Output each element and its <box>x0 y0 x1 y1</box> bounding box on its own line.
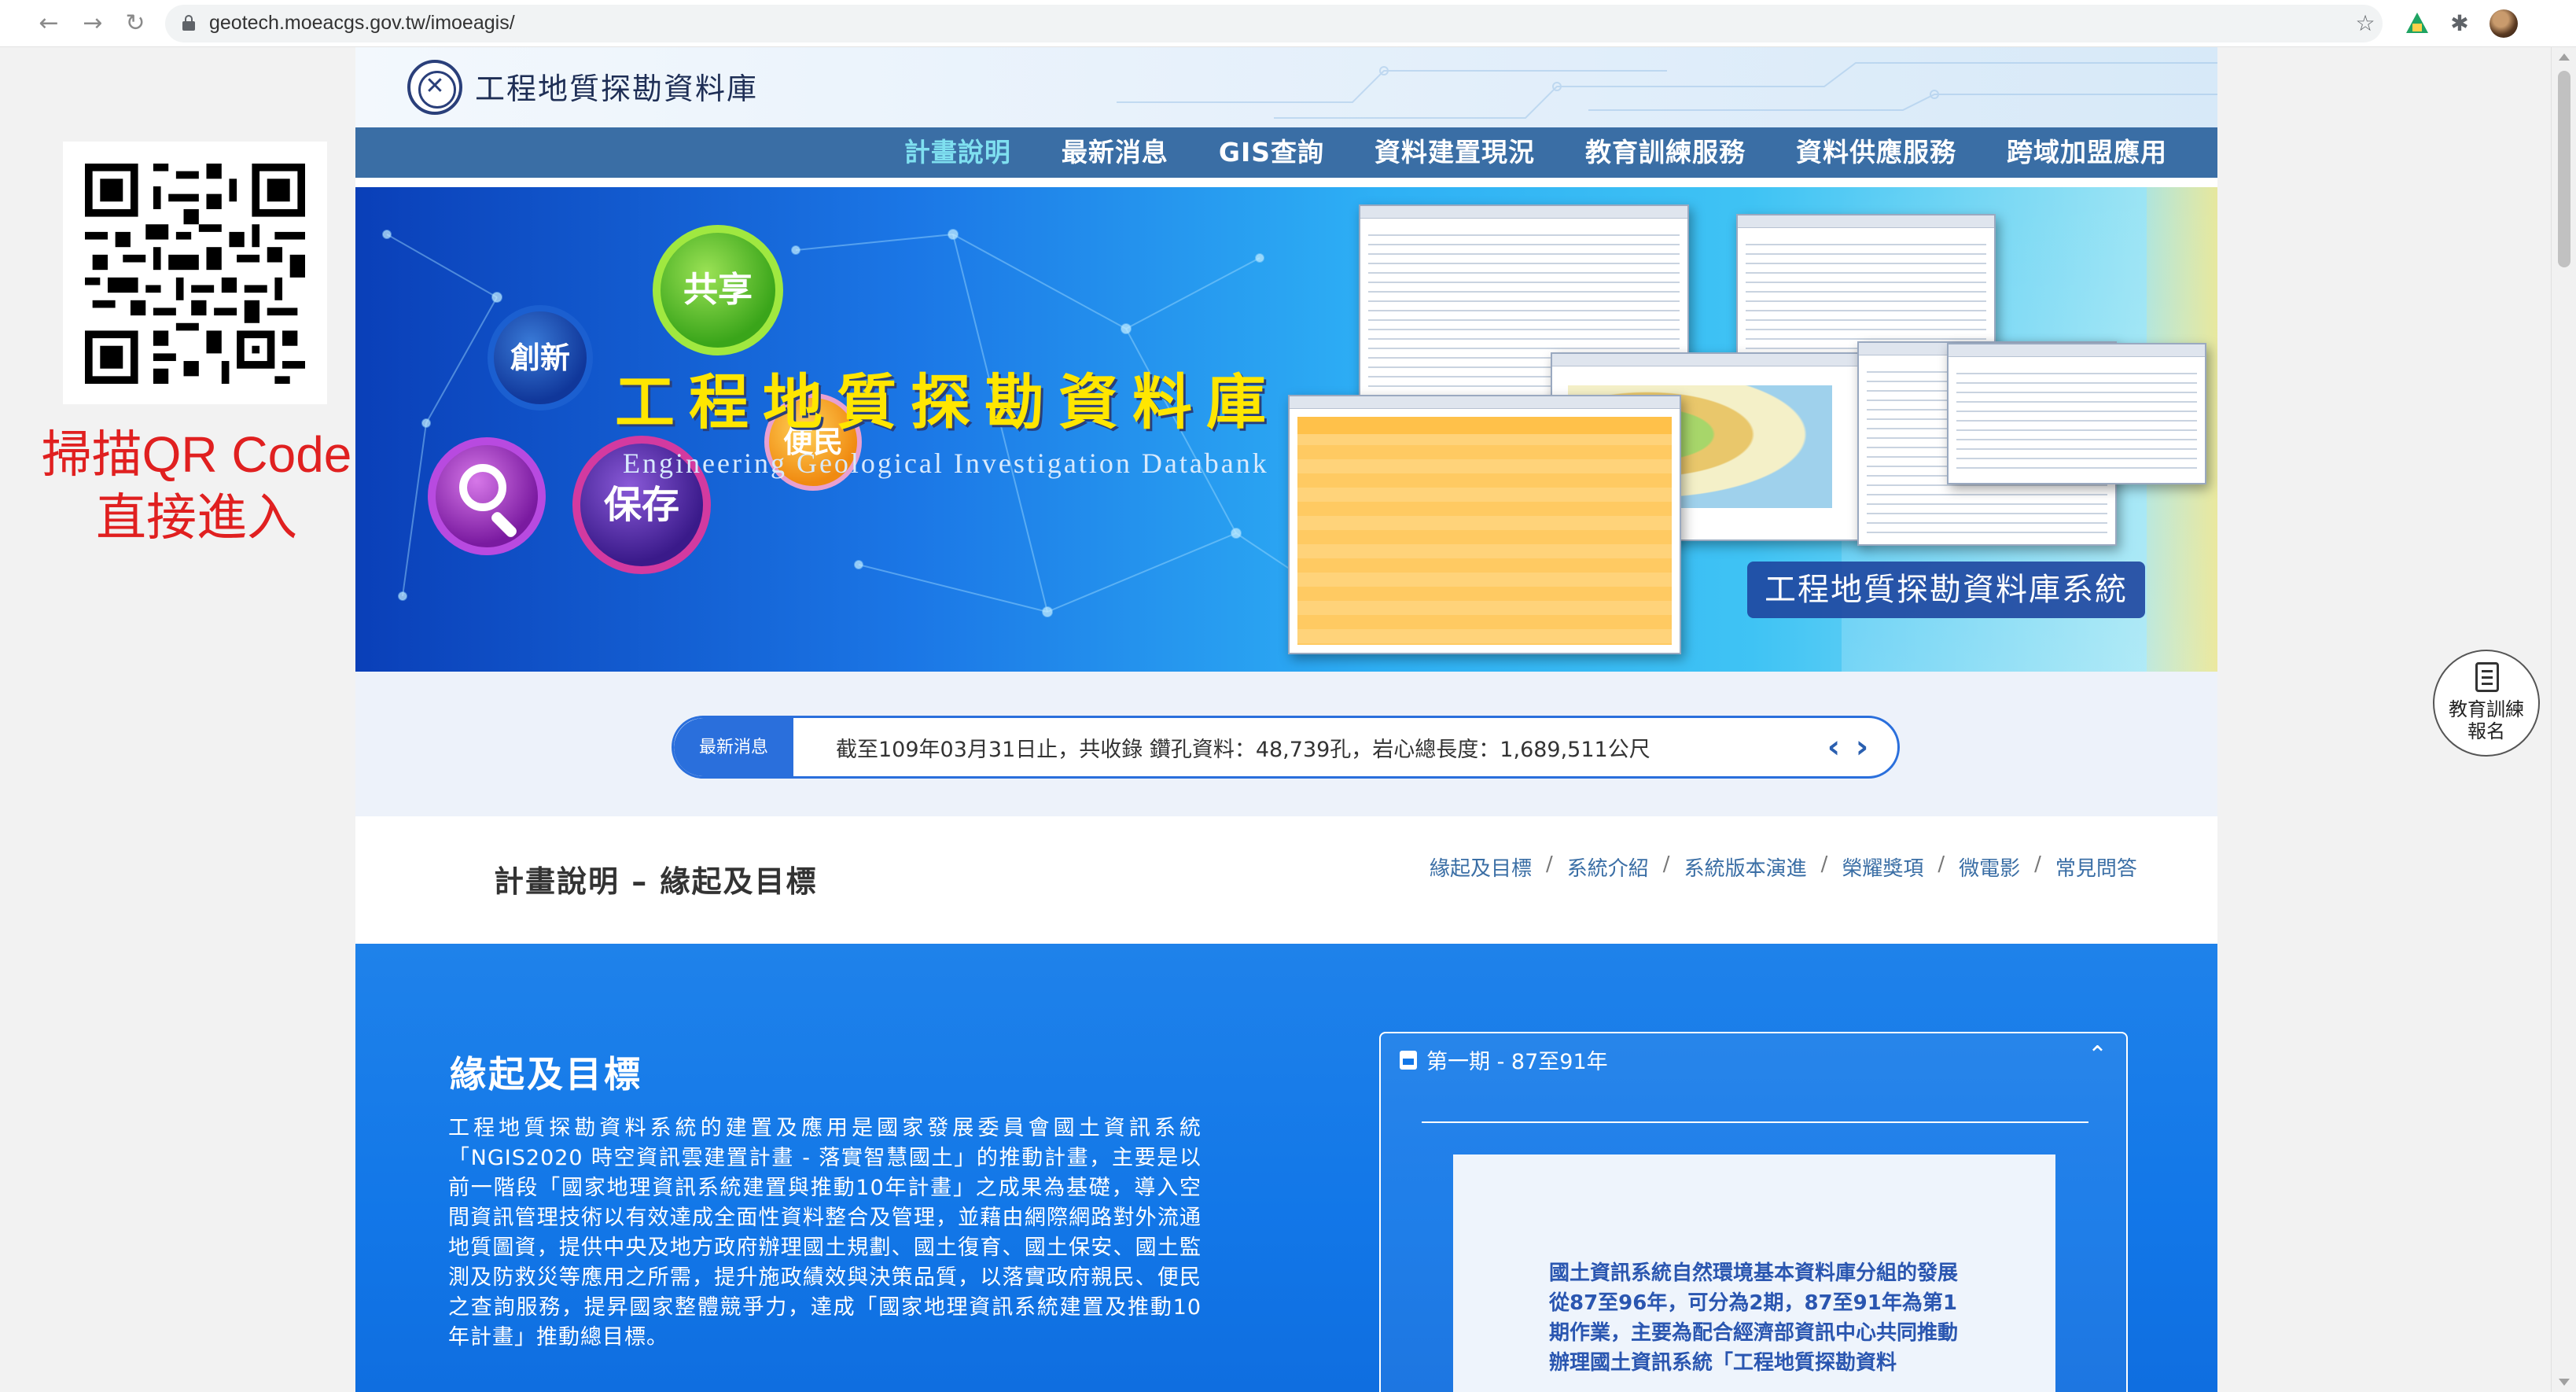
logo-emblem[interactable] <box>407 60 462 115</box>
nav-item-gis[interactable]: GIS查詢 <box>1194 127 1349 178</box>
left-margin: 掃描QR Code 直接進入 <box>0 47 355 1392</box>
subnav-awards[interactable]: 榮耀獎項 <box>1835 853 1930 882</box>
reload-icon[interactable]: ↻ <box>118 6 153 41</box>
subnav-faq[interactable]: 常見問答 <box>2049 853 2144 882</box>
site-title[interactable]: 工程地質探勘資料庫 <box>475 64 758 108</box>
signup-label-1: 教育訓練 <box>2449 698 2524 720</box>
news-badge[interactable]: 最新消息 <box>674 718 793 776</box>
bubble-innovate: 創新 <box>488 305 593 411</box>
bubble-share: 共享 <box>653 225 783 355</box>
phase-text: 國土資訊系統自然環境基本資料庫分組的發展從87至96年，可分為2期，87至91年… <box>1549 1261 1959 1375</box>
calendar-icon <box>1400 1050 1417 1070</box>
news-next-icon[interactable]: › <box>1850 727 1874 767</box>
phase-heading: 第一期 - 87至91年 <box>1426 1050 1608 1074</box>
phase-accordion-header[interactable]: 第一期 - 87至91年 <box>1400 1044 1608 1075</box>
extensions-icon[interactable]: ✱ <box>2444 8 2475 39</box>
scroll-down-icon[interactable] <box>2559 1379 2570 1386</box>
page-scrollbar[interactable] <box>2551 47 2576 1392</box>
drive-icon[interactable] <box>2406 13 2428 33</box>
browser-toolbar: ← → ↻ geotech.moeacgs.gov.tw/imoeagis/ ☆… <box>0 0 2576 47</box>
nav-item-project[interactable]: 計畫說明 <box>879 127 1036 178</box>
banner-caption: 工程地質探勘資料庫系統 <box>1747 562 2145 618</box>
intro-section: 緣起及目標 工程地質探勘資料系統的建置及應用是國家發展委員會國土資訊系統「NGI… <box>355 944 2217 1392</box>
nav-item-training[interactable]: 教育訓練服務 <box>1560 127 1771 178</box>
avatar[interactable] <box>2490 9 2518 38</box>
subnav-origin[interactable]: 緣起及目標 <box>1423 853 1538 882</box>
banner-title: 工程地質探勘資料庫 <box>615 367 1280 437</box>
bubble-search <box>428 437 546 555</box>
main-nav: 計畫說明 最新消息 GIS查詢 資料建置現況 教育訓練服務 資料供應服務 跨域加… <box>355 127 2217 178</box>
subnav-versions[interactable]: 系統版本演進 <box>1678 853 1813 882</box>
nav-item-data-status[interactable]: 資料建置現況 <box>1349 127 1560 178</box>
hero-banner: 創新 共享 保存 便民 工程地質探勘資料庫 Engineering Geolog… <box>355 187 2217 672</box>
circuit-decoration <box>1117 62 2217 119</box>
document-edit-icon <box>2475 662 2499 692</box>
scroll-thumb[interactable] <box>2558 71 2570 267</box>
intro-title: 緣起及目標 <box>450 1053 642 1096</box>
scan-qr-instruction: 掃描QR Code 直接進入 <box>31 423 362 549</box>
section-header: 計畫說明 – 緣起及目標 緣起及目標 / 系統介紹 / 系統版本演進 / 榮耀獎… <box>355 816 2217 944</box>
lock-icon[interactable] <box>182 15 195 31</box>
main-nav-list: 計畫說明 最新消息 GIS查詢 資料建置現況 教育訓練服務 資料供應服務 跨域加… <box>879 127 2192 178</box>
news-prev-icon[interactable]: ‹ <box>1822 727 1846 767</box>
address-bar[interactable]: geotech.moeacgs.gov.tw/imoeagis/ <box>165 5 2383 42</box>
training-signup-button[interactable]: 教育訓練 報名 <box>2433 650 2540 757</box>
forward-arrow-icon[interactable]: → <box>75 6 110 41</box>
nav-item-data-supply[interactable]: 資料供應服務 <box>1771 127 1982 178</box>
phase-divider <box>1422 1121 2088 1123</box>
screenshot-profile <box>1947 343 2206 484</box>
site-content: 工程地質探勘資料庫 計畫說明 最新消息 GIS查詢 資料建置現況 教育訓練服務 … <box>355 47 2217 1392</box>
chevron-up-icon[interactable]: ⌃ <box>2088 1041 2107 1069</box>
qr-code <box>63 142 327 404</box>
star-icon[interactable]: ☆ <box>2350 8 2381 39</box>
scan-line-1: 掃描QR Code <box>41 426 352 483</box>
url-text[interactable]: geotech.moeacgs.gov.tw/imoeagis/ <box>209 12 515 35</box>
magnifier-icon <box>459 464 506 511</box>
phase-accordion: 第一期 - 87至91年 ⌃ 國土資訊系統自然環境基本資料庫分組的發展從87至9… <box>1379 1032 2128 1392</box>
qr-code-icon <box>85 164 305 384</box>
news-text[interactable]: 截至109年03月31日止，共收錄 鑽孔資料：48,739孔，岩心總長度：1,6… <box>836 732 1650 763</box>
section-subnav: 緣起及目標 / 系統介紹 / 系統版本演進 / 榮耀獎項 / 微電影 / 常見問… <box>1423 853 2144 882</box>
page-title: 計畫說明 – 緣起及目標 <box>494 864 818 899</box>
news-ticker: 最新消息 截至109年03月31日止，共收錄 鑽孔資料：48,739孔，岩心總長… <box>672 716 1900 779</box>
subnav-system-intro[interactable]: 系統介紹 <box>1561 853 1655 882</box>
screenshot-data-table <box>1288 395 1681 654</box>
intro-body: 工程地質探勘資料系統的建置及應用是國家發展委員會國土資訊系統「NGIS2020 … <box>448 1116 1202 1350</box>
phase-content-card: 國土資訊系統自然環境基本資料庫分組的發展從87至96年，可分為2期，87至91年… <box>1453 1154 2055 1392</box>
back-arrow-icon[interactable]: ← <box>31 6 66 41</box>
site-header: 工程地質探勘資料庫 <box>355 47 2217 127</box>
signup-label-2: 報名 <box>2467 720 2505 742</box>
nav-item-cross-domain[interactable]: 跨域加盟應用 <box>1982 127 2192 178</box>
subnav-micro-film[interactable]: 微電影 <box>1952 853 2026 882</box>
scan-line-2: 直接進入 <box>96 489 297 546</box>
scroll-up-icon[interactable] <box>2559 53 2570 61</box>
banner-subtitle: Engineering Geological Investigation Dat… <box>623 447 1269 479</box>
news-strip: 最新消息 截至109年03月31日止，共收錄 鑽孔資料：48,739孔，岩心總長… <box>355 672 2217 816</box>
nav-item-news[interactable]: 最新消息 <box>1036 127 1194 178</box>
